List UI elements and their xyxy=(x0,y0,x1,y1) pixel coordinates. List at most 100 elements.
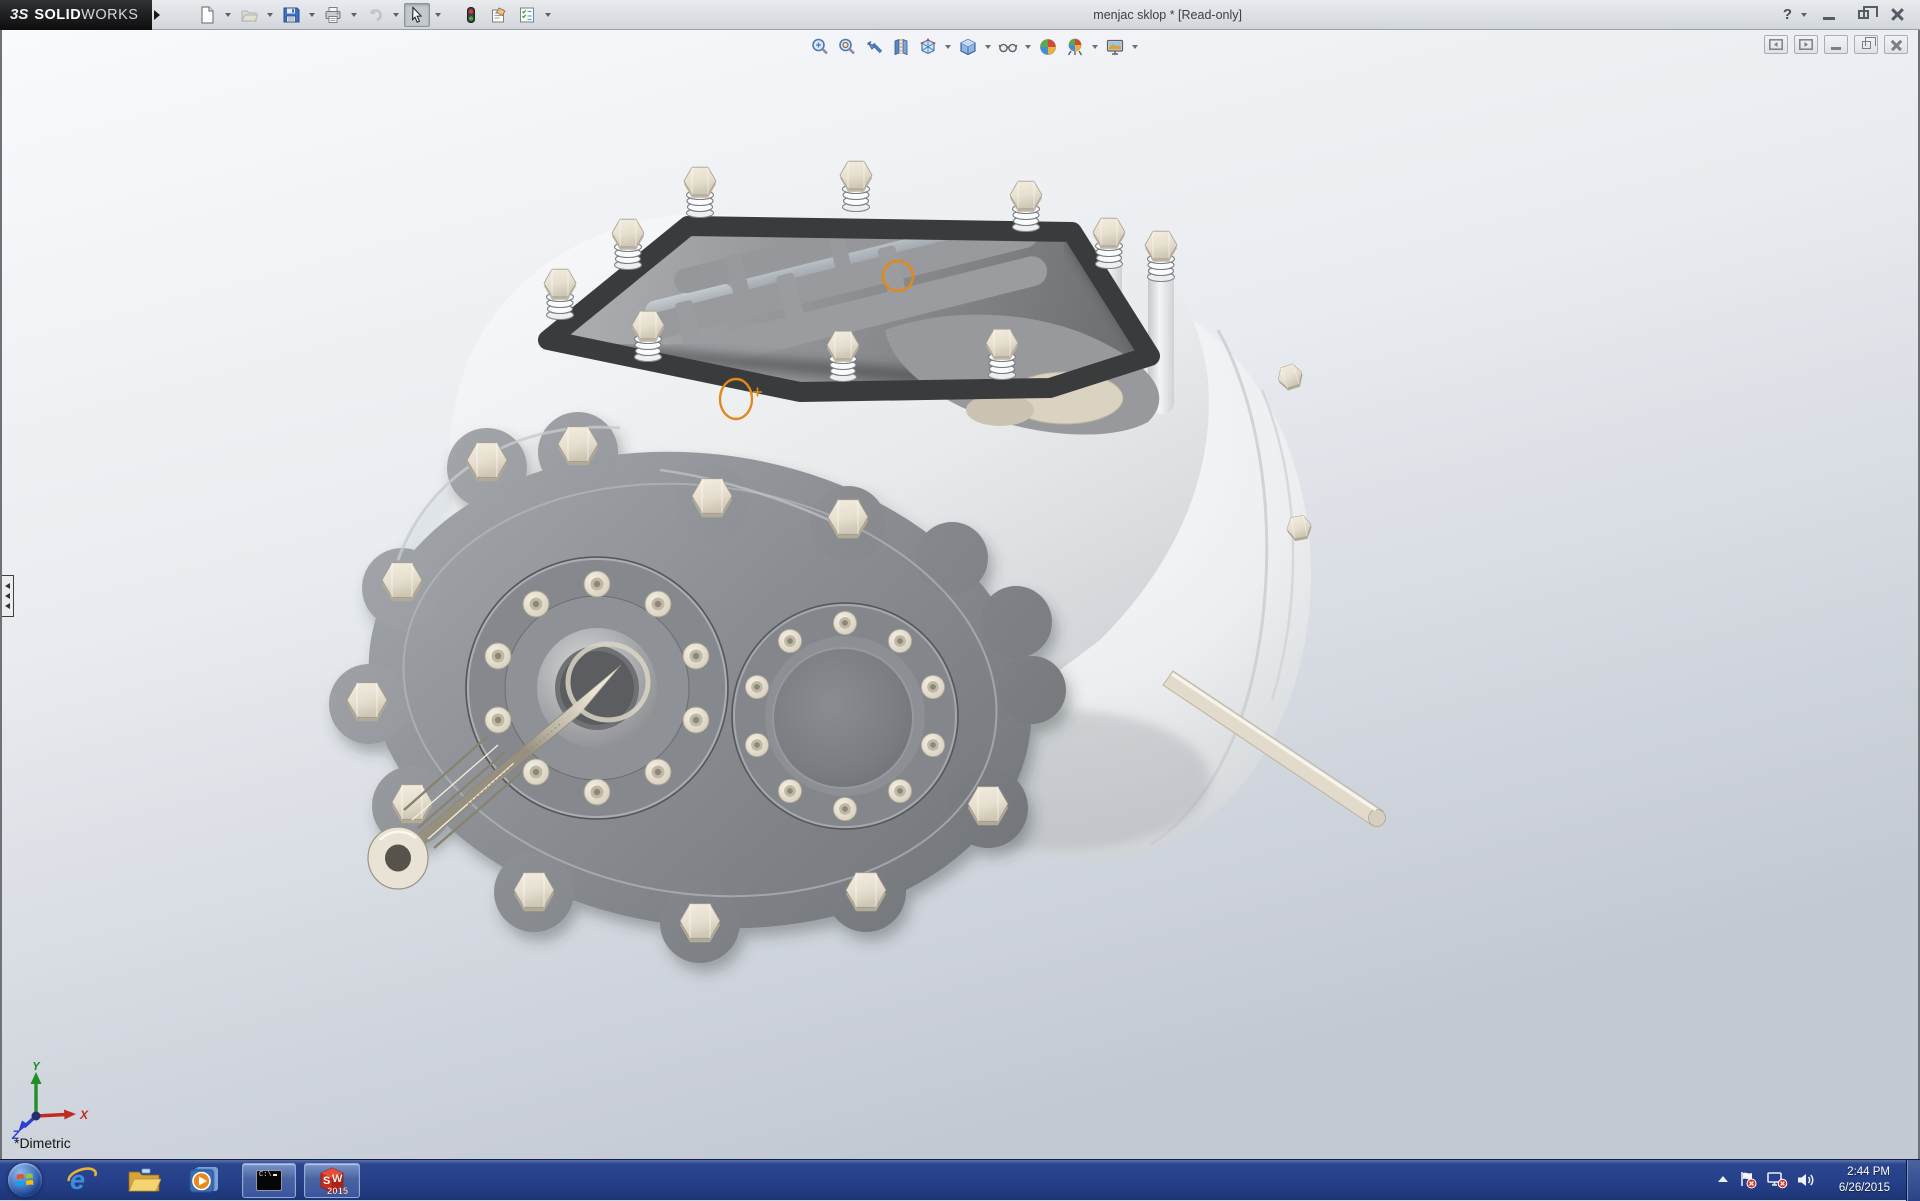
previous-view-icon xyxy=(864,37,884,57)
volume-button[interactable] xyxy=(1796,1171,1816,1189)
folder-icon xyxy=(127,1165,161,1195)
heads-up-view-toolbar xyxy=(808,33,1140,61)
y-axis-label: Y xyxy=(32,1062,41,1073)
network-status-button[interactable] xyxy=(1766,1171,1788,1189)
apply-scene-icon xyxy=(1065,37,1085,57)
save-floppy-icon xyxy=(282,6,300,24)
close-icon xyxy=(1891,8,1904,21)
hide-show-items-dropdown[interactable] xyxy=(1023,35,1033,59)
display-style-dropdown[interactable] xyxy=(983,35,993,59)
display-style-button[interactable] xyxy=(956,35,980,59)
feature-manager-collapsed-tab[interactable] xyxy=(2,575,14,617)
tile-left-button[interactable] xyxy=(1764,35,1788,54)
minimize-button[interactable] xyxy=(1814,5,1844,25)
options-dropdown[interactable] xyxy=(542,3,554,27)
select-button[interactable] xyxy=(404,3,430,27)
media-player-icon xyxy=(188,1164,220,1196)
edit-appearance-button[interactable] xyxy=(1036,35,1060,59)
previous-view-button[interactable] xyxy=(862,35,886,59)
taskbar-clock[interactable]: 2:44 PM 6/26/2015 xyxy=(1824,1164,1896,1196)
internet-explorer-icon: e xyxy=(66,1164,98,1196)
view-settings-dropdown[interactable] xyxy=(1130,35,1140,59)
apply-scene-button[interactable] xyxy=(1063,35,1087,59)
reference-triad[interactable]: Y X Z xyxy=(10,1062,96,1145)
select-dropdown[interactable] xyxy=(432,3,444,27)
clock-time: 2:44 PM xyxy=(1824,1164,1890,1180)
document-close-button[interactable] xyxy=(1884,35,1908,54)
bearing-flange-right[interactable] xyxy=(732,603,958,829)
file-properties-button[interactable] xyxy=(486,3,512,27)
tile-right-icon xyxy=(1799,39,1813,50)
options-button[interactable] xyxy=(514,3,540,27)
new-document-button[interactable] xyxy=(194,3,220,27)
display-style-icon xyxy=(958,37,978,57)
clock-date: 6/26/2015 xyxy=(1824,1180,1890,1196)
help-button[interactable]: ? xyxy=(1781,6,1794,23)
close-icon xyxy=(1891,39,1902,50)
new-document-dropdown[interactable] xyxy=(222,3,234,27)
solidworks-2015-icon: S W 2015 xyxy=(315,1165,349,1197)
gearbox-3d-model[interactable] xyxy=(2,30,1918,1159)
save-dropdown[interactable] xyxy=(306,3,318,27)
menu-flyout-arrow-icon[interactable] xyxy=(154,10,160,20)
select-cursor-icon xyxy=(408,6,426,24)
close-button[interactable] xyxy=(1882,5,1912,25)
up-arrow-icon xyxy=(1716,1175,1730,1185)
file-properties-icon xyxy=(490,6,508,24)
open-dropdown[interactable] xyxy=(264,3,276,27)
taskbar-internet-explorer[interactable]: e xyxy=(62,1161,102,1199)
undo-dropdown[interactable] xyxy=(390,3,402,27)
window-title: menjac sklop * [Read-only] xyxy=(554,8,1780,22)
view-settings-button[interactable] xyxy=(1103,35,1127,59)
open-folder-icon xyxy=(240,6,258,24)
view-orientation-icon xyxy=(918,37,938,57)
zoom-to-area-icon xyxy=(837,37,857,57)
speaker-icon xyxy=(1796,1171,1816,1189)
section-view-icon xyxy=(891,37,911,57)
taskbar-command-prompt[interactable]: C:\ xyxy=(242,1163,296,1198)
taskbar-solidworks[interactable]: S W 2015 xyxy=(304,1163,360,1198)
new-document-icon xyxy=(198,6,216,24)
system-tray: 2:44 PM 6/26/2015 xyxy=(1716,1160,1920,1201)
solidworks-logo[interactable]: 3S SOLIDWORKS xyxy=(0,0,152,30)
rebuild-button[interactable] xyxy=(458,3,484,27)
undo-arrow-icon xyxy=(366,6,384,24)
brand-text: SOLIDWORKS xyxy=(34,7,138,23)
network-disconnected-icon xyxy=(1766,1171,1788,1189)
print-button[interactable] xyxy=(320,3,346,27)
triad-origin xyxy=(32,1112,41,1121)
app-titlebar: 3S SOLIDWORKS xyxy=(0,0,1920,30)
windows-flag-icon xyxy=(15,1170,35,1190)
view-orientation-dropdown[interactable] xyxy=(943,35,953,59)
x-axis-label: X xyxy=(79,1108,89,1122)
help-dropdown[interactable] xyxy=(1798,3,1810,27)
document-minimize-button[interactable] xyxy=(1824,35,1848,54)
show-desktop-button[interactable] xyxy=(1906,1160,1920,1201)
expand-arrow-icon xyxy=(5,583,10,589)
print-dropdown[interactable] xyxy=(348,3,360,27)
section-view-button[interactable] xyxy=(889,35,913,59)
expand-arrow-icon xyxy=(5,603,10,609)
zoom-to-fit-button[interactable] xyxy=(808,35,832,59)
start-button[interactable] xyxy=(8,1163,42,1197)
tile-right-button[interactable] xyxy=(1794,35,1818,54)
undo-button[interactable] xyxy=(362,3,388,27)
zoom-to-fit-icon xyxy=(810,37,830,57)
graphics-area[interactable]: Y X Z *Dimetric xyxy=(0,30,1920,1159)
apply-scene-dropdown[interactable] xyxy=(1090,35,1100,59)
save-button[interactable] xyxy=(278,3,304,27)
windows-taskbar: e C:\ S W 2015 xyxy=(0,1159,1920,1200)
restore-button[interactable] xyxy=(1848,5,1878,25)
taskbar-windows-explorer[interactable] xyxy=(124,1161,164,1199)
view-orientation-button[interactable] xyxy=(916,35,940,59)
x-axis-arrow xyxy=(64,1110,76,1120)
action-center-button[interactable] xyxy=(1738,1171,1758,1189)
zoom-to-area-button[interactable] xyxy=(835,35,859,59)
taskbar-media-player[interactable] xyxy=(184,1161,224,1199)
hide-show-items-button[interactable] xyxy=(996,35,1020,59)
document-restore-button[interactable] xyxy=(1854,35,1878,54)
svg-text:2015: 2015 xyxy=(327,1186,349,1197)
action-center-flag-icon xyxy=(1738,1171,1758,1189)
show-hidden-icons-button[interactable] xyxy=(1716,1175,1730,1185)
open-button[interactable] xyxy=(236,3,262,27)
